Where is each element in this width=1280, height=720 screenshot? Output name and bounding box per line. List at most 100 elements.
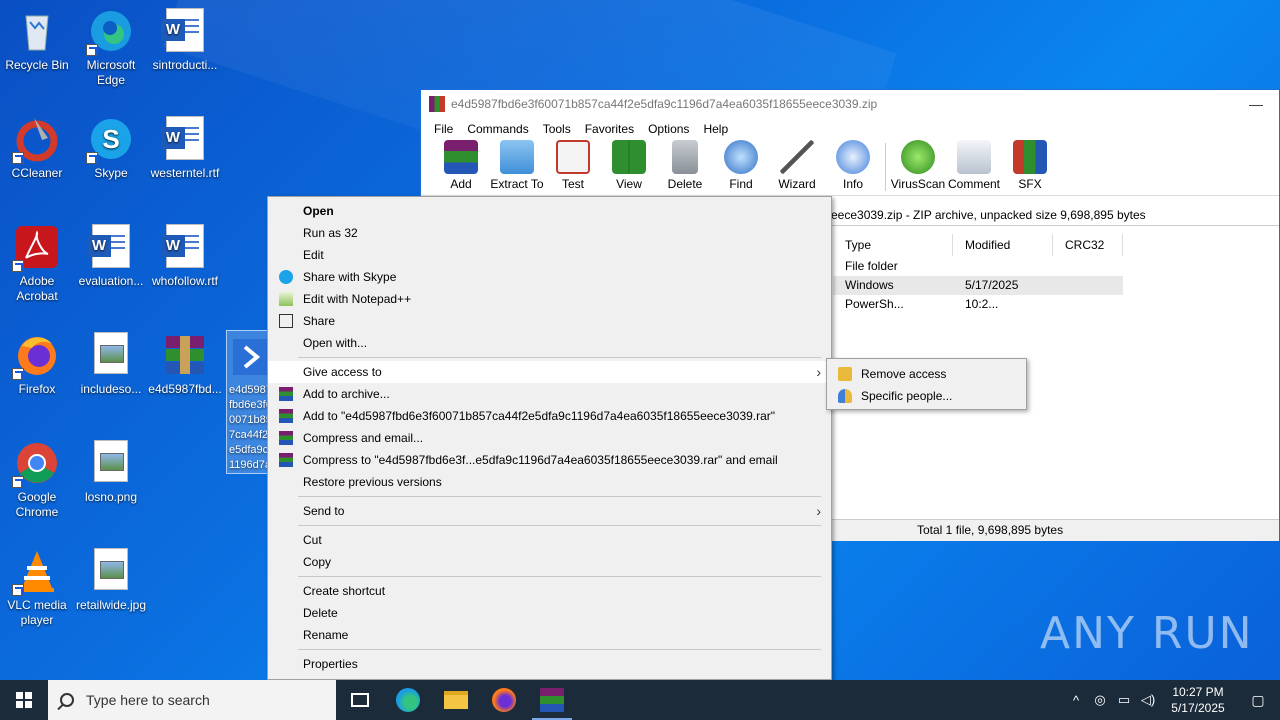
desktop-icon-adobe-acrobat[interactable]: Adobe Acrobat: [0, 224, 74, 304]
virus-scan-icon: [901, 140, 935, 174]
column-type[interactable]: Type: [833, 234, 953, 256]
desktop-icon-edge[interactable]: Microsoft Edge: [74, 8, 148, 88]
toolbar-view-button[interactable]: View: [601, 140, 657, 195]
clock-date: 5/17/2025: [1171, 701, 1225, 715]
menu-commands[interactable]: Commands: [460, 122, 535, 136]
toolbar-delete-button[interactable]: Delete: [657, 140, 713, 195]
taskbar-file-explorer-button[interactable]: [432, 680, 480, 720]
desktop-icon-ccleaner[interactable]: CCleaner: [0, 116, 74, 181]
table-row[interactable]: File folder: [833, 257, 1123, 276]
acrobat-icon: [12, 224, 60, 272]
security-icon[interactable]: ◎: [1088, 692, 1112, 708]
share-icon: [279, 314, 293, 328]
notification-icon[interactable]: ▢: [1236, 692, 1280, 709]
menu-item-cut[interactable]: Cut: [268, 529, 831, 551]
chrome-icon: [12, 440, 60, 488]
desktop-icon-whofollow[interactable]: W whofollow.rtf: [148, 224, 222, 289]
desktop-icon-vlc[interactable]: VLC media player: [0, 548, 74, 628]
shortcut-arrow-icon: [12, 152, 24, 164]
desktop-icon-firefox[interactable]: Firefox: [0, 332, 74, 397]
toolbar-add-button[interactable]: Add: [433, 140, 489, 195]
image-file-icon: [88, 548, 134, 594]
menu-item-create-shortcut[interactable]: Create shortcut: [268, 580, 831, 602]
menu-options[interactable]: Options: [641, 122, 696, 136]
volume-icon[interactable]: ◁): [1136, 692, 1160, 708]
give-access-submenu: Remove access Specific people...: [826, 358, 1027, 410]
menu-item-run-as-32[interactable]: Run as 32: [268, 222, 831, 244]
minimize-button[interactable]: —: [1233, 96, 1279, 112]
winrar-archive-icon: [162, 332, 208, 378]
clock-time: 10:27 PM: [1172, 685, 1224, 699]
toolbar-virusscan-button[interactable]: VirusScan: [890, 140, 946, 195]
desktop-icon-e4d5987fbd-rar[interactable]: e4d5987fbd...: [148, 332, 222, 397]
menu-item-delete[interactable]: Delete: [268, 602, 831, 624]
menu-item-compress-to-rar-email[interactable]: Compress to "e4d5987fbd6e3f...e5dfa9c119…: [268, 449, 831, 471]
trash-icon: [672, 140, 698, 174]
menu-item-properties[interactable]: Properties: [268, 653, 831, 675]
chevron-right-icon: ›: [816, 503, 821, 519]
desktop-icon-chrome[interactable]: Google Chrome: [0, 440, 74, 520]
toolbar-info-button[interactable]: Info: [825, 140, 881, 195]
task-view-button[interactable]: [336, 680, 384, 720]
search-placeholder: Type here to search: [86, 692, 210, 708]
toolbar-sfx-button[interactable]: SFX: [1002, 140, 1058, 195]
desktop-icon-retailwide[interactable]: retailwide.jpg: [74, 548, 148, 613]
network-icon[interactable]: ▭: [1112, 692, 1136, 708]
menu-item-open-with[interactable]: Open with...: [268, 332, 831, 354]
magic-wand-icon: [780, 140, 814, 174]
recycle-bin-icon: [14, 8, 60, 54]
menu-item-send-to[interactable]: Send to ›: [268, 500, 831, 522]
desktop-icon-losno[interactable]: losno.png: [74, 440, 148, 505]
taskbar-firefox-button[interactable]: [480, 680, 528, 720]
toolbar-extract-button[interactable]: Extract To: [489, 140, 545, 195]
menu-separator: [298, 496, 821, 497]
menu-item-share[interactable]: Share: [268, 310, 831, 332]
chevron-up-icon[interactable]: ^: [1064, 693, 1088, 708]
menu-item-open[interactable]: Open: [268, 200, 831, 222]
column-crc32[interactable]: CRC32: [1053, 234, 1123, 256]
menu-favorites[interactable]: Favorites: [578, 122, 641, 136]
desktop-icon-skype[interactable]: S Skype: [74, 116, 148, 181]
menu-item-rename[interactable]: Rename: [268, 624, 831, 646]
menu-item-add-to-rar[interactable]: Add to "e4d5987fbd6e3f60071b857ca44f2e5d…: [268, 405, 831, 427]
menu-item-edit[interactable]: Edit: [268, 244, 831, 266]
people-icon: [838, 389, 852, 403]
toolbar-wizard-button[interactable]: Wizard: [769, 140, 825, 195]
taskbar-edge-button[interactable]: [384, 680, 432, 720]
menu-item-compress-email[interactable]: Compress and email...: [268, 427, 831, 449]
clock[interactable]: 10:27 PM 5/17/2025: [1160, 684, 1236, 716]
menu-file[interactable]: File: [427, 122, 460, 136]
desktop-icon-westerntel[interactable]: W westerntel.rtf: [148, 116, 222, 181]
word-document-icon: W: [161, 8, 208, 54]
system-tray: ^ ◎ ▭ ◁) 10:27 PM 5/17/2025 ▢: [1064, 680, 1280, 720]
menu-tools[interactable]: Tools: [536, 122, 578, 136]
winrar-menubar: File Commands Tools Favorites Options He…: [421, 118, 1279, 140]
menu-item-edit-notepadpp[interactable]: Edit with Notepad++: [268, 288, 831, 310]
toolbar-test-button[interactable]: Test: [545, 140, 601, 195]
menu-help[interactable]: Help: [696, 122, 735, 136]
toolbar-find-button[interactable]: Find: [713, 140, 769, 195]
column-modified[interactable]: Modified: [953, 234, 1053, 256]
lock-icon: [838, 367, 852, 381]
toolbar-comment-button[interactable]: Comment: [946, 140, 1002, 195]
submenu-item-remove-access[interactable]: Remove access: [827, 363, 1026, 385]
desktop-icon-sintroducti[interactable]: W sintroducti...: [148, 8, 222, 73]
taskbar-search-box[interactable]: Type here to search: [48, 680, 336, 720]
menu-item-restore-versions[interactable]: Restore previous versions: [268, 471, 831, 493]
menu-item-give-access[interactable]: Give access to ›: [268, 361, 831, 383]
desktop-icon-recycle-bin[interactable]: Recycle Bin: [0, 8, 74, 73]
menu-separator: [298, 525, 821, 526]
table-row[interactable]: Windows PowerSh... 5/17/2025 10:2...: [833, 276, 1123, 311]
taskbar-winrar-button[interactable]: [528, 680, 576, 720]
submenu-item-specific-people[interactable]: Specific people...: [827, 385, 1026, 407]
desktop-icon-evaluation[interactable]: W evaluation...: [74, 224, 148, 289]
menu-item-add-to-archive[interactable]: Add to archive...: [268, 383, 831, 405]
row-crc: [1053, 257, 1123, 276]
desktop-icon-includeso[interactable]: includeso...: [74, 332, 148, 397]
menu-item-copy[interactable]: Copy: [268, 551, 831, 573]
start-button[interactable]: [0, 680, 48, 720]
comment-icon: [957, 140, 991, 174]
menu-item-share-skype[interactable]: Share with Skype: [268, 266, 831, 288]
firefox-icon: [492, 688, 516, 712]
winrar-titlebar[interactable]: e4d5987fbd6e3f60071b857ca44f2e5dfa9c1196…: [421, 90, 1279, 118]
